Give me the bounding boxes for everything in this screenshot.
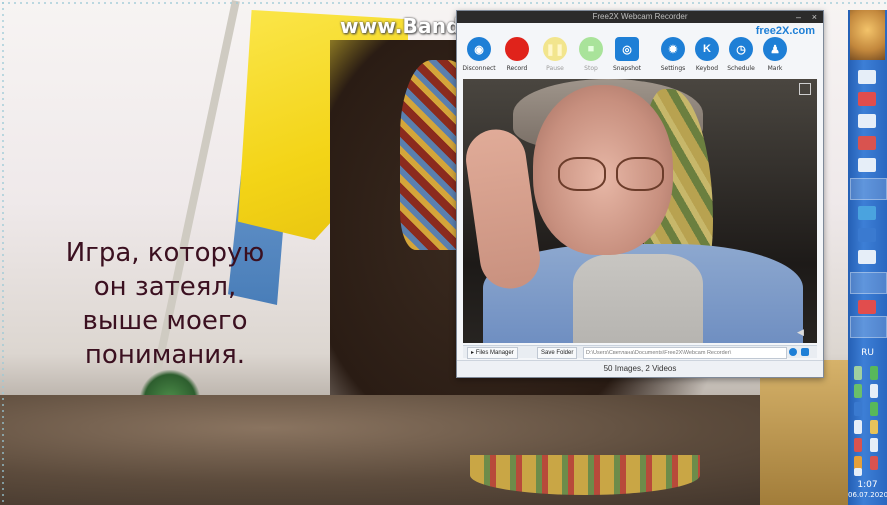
window-title: Free2X Webcam Recorder bbox=[592, 12, 688, 21]
stop-icon: ■ bbox=[579, 37, 603, 61]
webcam-subject-shirt bbox=[573, 254, 703, 343]
webcam-subject-hand bbox=[463, 125, 544, 293]
webcam-subject-glasses bbox=[558, 157, 668, 191]
open-folder-icon[interactable] bbox=[801, 348, 809, 356]
word-icon[interactable] bbox=[858, 228, 876, 242]
taskbar-active-app[interactable] bbox=[850, 316, 887, 338]
record-label: Record bbox=[506, 65, 528, 72]
taskbar: RU 1:07 06.07.2020 bbox=[848, 10, 887, 505]
clock-icon: ◷ bbox=[729, 37, 753, 61]
tray-icon[interactable] bbox=[854, 402, 862, 416]
browse-folder-icon[interactable] bbox=[789, 348, 797, 356]
brand-link[interactable]: free2X.com bbox=[756, 25, 815, 37]
close-icon[interactable]: × bbox=[812, 11, 817, 23]
record-icon bbox=[505, 37, 529, 61]
speaker-icon[interactable]: ◀ bbox=[797, 327, 811, 337]
gold-armband bbox=[760, 360, 850, 505]
jewel-necklace bbox=[470, 455, 700, 495]
subtitle-line: он затеял, bbox=[93, 272, 237, 302]
mark-button[interactable]: ♟ Mark bbox=[755, 37, 795, 77]
app-icon[interactable] bbox=[858, 206, 876, 220]
clock-time[interactable]: 1:07 bbox=[848, 480, 887, 490]
files-manager-button[interactable]: ▸ Files Manager bbox=[467, 347, 518, 359]
app-icon[interactable] bbox=[858, 300, 876, 314]
user-avatar[interactable] bbox=[850, 10, 885, 60]
stop-button[interactable]: ■ Stop bbox=[571, 37, 611, 77]
app-icon[interactable] bbox=[858, 114, 876, 128]
network-icon[interactable] bbox=[854, 420, 862, 434]
gear-icon: ✹ bbox=[661, 37, 685, 61]
toolbar: ◉ Disconnect Record ❚❚ Pause ■ Stop ◎ Sn… bbox=[457, 37, 823, 77]
clock-date[interactable]: 06.07.2020 bbox=[848, 491, 887, 499]
k-icon: K bbox=[695, 37, 719, 61]
status-bar: 50 Images, 2 Videos bbox=[457, 360, 823, 377]
pause-label: Pause bbox=[546, 65, 564, 72]
tray-icon[interactable] bbox=[870, 402, 878, 416]
app-icon[interactable] bbox=[858, 136, 876, 150]
browser-icon[interactable] bbox=[858, 92, 876, 106]
save-folder-button[interactable]: Save Folder bbox=[537, 347, 578, 359]
pause-icon: ❚❚ bbox=[543, 37, 567, 61]
save-path-field[interactable]: D:\Users\Светлана\Documents\Free2X\Webca… bbox=[583, 347, 787, 359]
app-icon[interactable] bbox=[858, 70, 876, 84]
minimize-icon[interactable]: – bbox=[796, 11, 801, 23]
files-manager-label: Files Manager bbox=[475, 350, 514, 356]
tray-icon[interactable] bbox=[870, 438, 878, 452]
snapshot-label: Snapshot bbox=[612, 65, 642, 72]
webcam-preview[interactable]: ◀ bbox=[463, 79, 817, 343]
subtitle-line: понимания. bbox=[84, 340, 246, 370]
fullscreen-icon[interactable] bbox=[799, 83, 811, 95]
subtitle-line: Игра, которую bbox=[65, 238, 265, 268]
webcam-recorder-window: Free2X Webcam Recorder – × free2X.com ◉ … bbox=[456, 10, 824, 378]
window-titlebar[interactable]: Free2X Webcam Recorder – × bbox=[457, 11, 823, 23]
taskbar-active-app[interactable] bbox=[850, 178, 887, 200]
dotted-border-left bbox=[0, 0, 6, 505]
dotted-border-top bbox=[0, 0, 887, 8]
tray-icon[interactable] bbox=[870, 366, 878, 380]
record-button[interactable]: Record bbox=[497, 37, 537, 77]
tray-icon[interactable] bbox=[870, 420, 878, 434]
subtitle-text: Игра, которую он затеял, выше моего пони… bbox=[40, 236, 290, 372]
snapshot-button[interactable]: ◎ Snapshot bbox=[607, 37, 647, 77]
stop-label: Stop bbox=[584, 65, 598, 72]
bottom-bar: ▸ Files Manager Save Folder D:\Users\Све… bbox=[463, 345, 817, 359]
tray-icon[interactable] bbox=[854, 384, 862, 398]
language-indicator[interactable]: RU bbox=[848, 348, 887, 358]
webcam-icon: ◉ bbox=[467, 37, 491, 61]
camera-icon: ◎ bbox=[615, 37, 639, 61]
subtitle-line: выше моего bbox=[82, 306, 248, 336]
taskbar-active-app[interactable] bbox=[850, 272, 887, 294]
pause-button[interactable]: ❚❚ Pause bbox=[535, 37, 575, 77]
fur-garment bbox=[0, 395, 887, 505]
disconnect-button[interactable]: ◉ Disconnect bbox=[459, 37, 499, 77]
tray-icon[interactable] bbox=[870, 384, 878, 398]
app-icon[interactable] bbox=[858, 250, 876, 264]
volume-icon[interactable] bbox=[854, 468, 862, 476]
tray-icon[interactable] bbox=[854, 366, 862, 380]
tray-icon[interactable] bbox=[854, 438, 862, 452]
app-icon[interactable] bbox=[858, 158, 876, 172]
mark-label: Mark bbox=[767, 65, 783, 72]
disconnect-label: Disconnect bbox=[462, 65, 496, 72]
tray-icon[interactable] bbox=[870, 456, 878, 470]
person-icon: ♟ bbox=[763, 37, 787, 61]
